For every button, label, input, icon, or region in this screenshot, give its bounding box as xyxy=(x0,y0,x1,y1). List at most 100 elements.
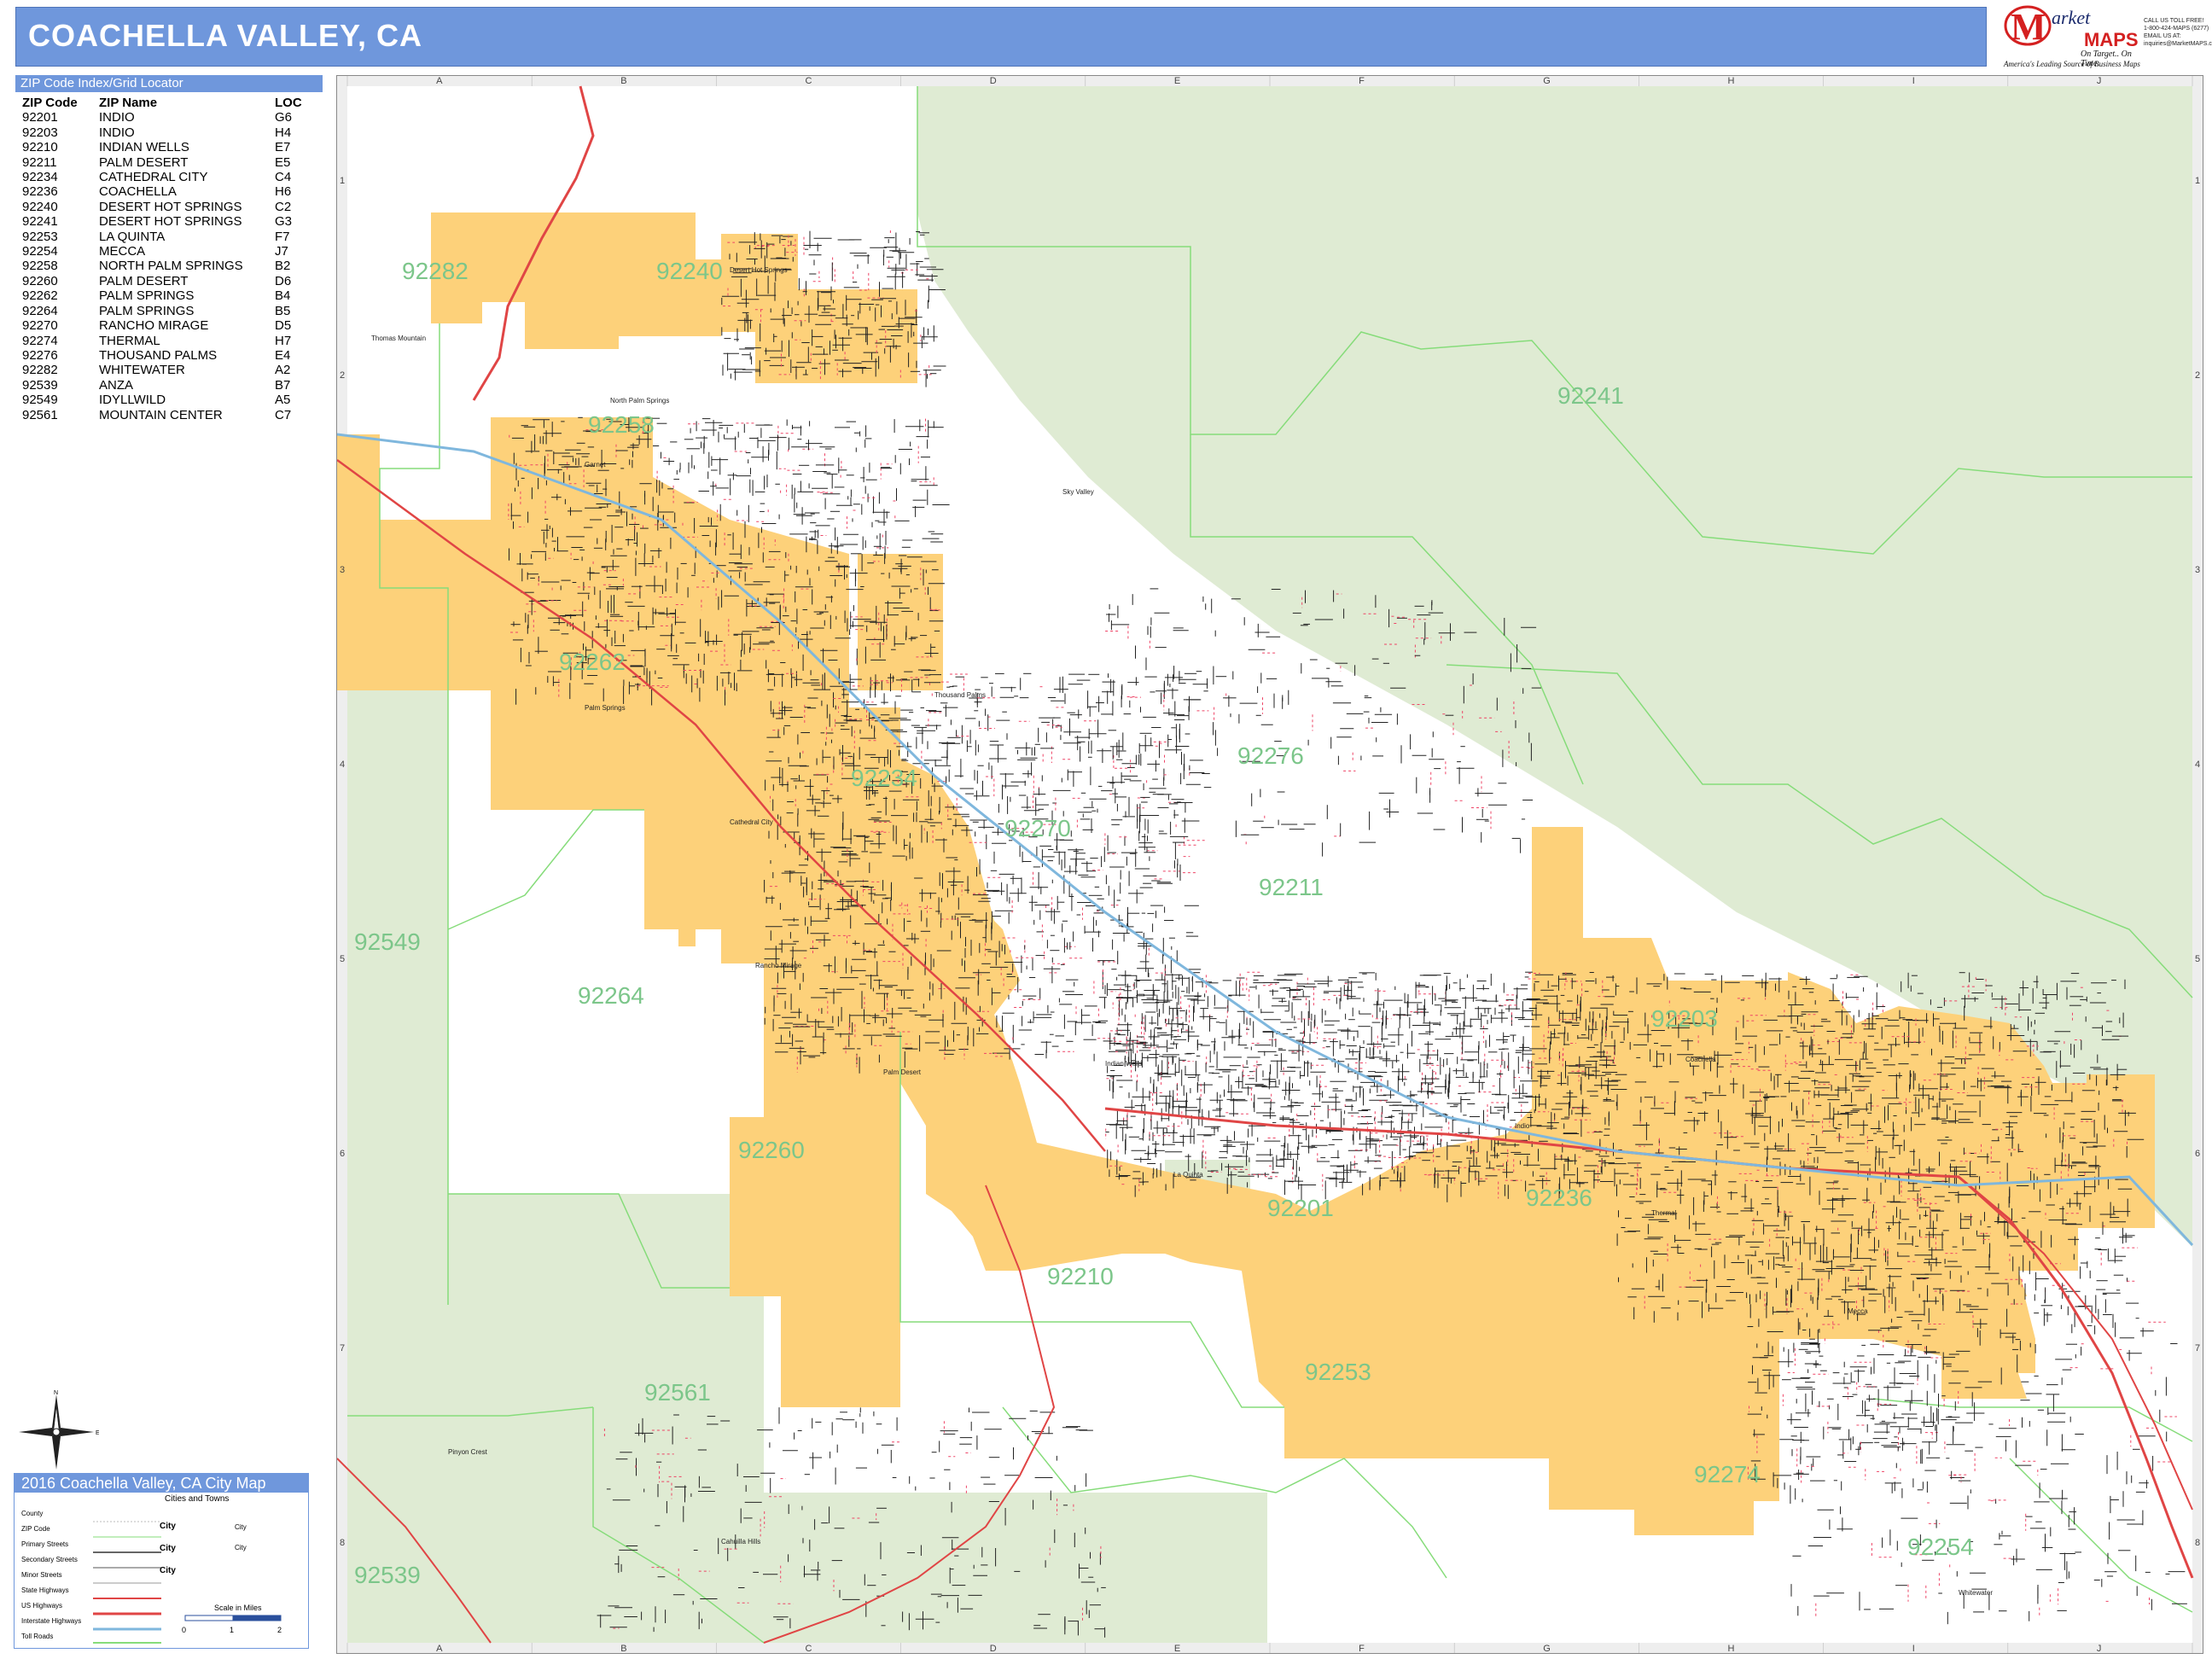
zip-code-cell: 92274 xyxy=(22,333,58,348)
grid-row-label: 4 xyxy=(2195,760,2200,770)
zip-label: 92262 xyxy=(559,649,626,675)
grid-column-label: E xyxy=(1174,76,1180,86)
grid-column-label: B xyxy=(620,76,626,86)
zip-name-cell: THOUSAND PALMS xyxy=(99,347,218,363)
table-row: 92270 RANCHO MIRAGE D5 xyxy=(15,318,302,333)
place-label: Sky Valley xyxy=(1062,488,1094,496)
loc-cell: E7 xyxy=(275,140,291,155)
table-row: 92211 PALM DESERT E5 xyxy=(15,155,302,170)
zip-name-cell: RANCHO MIRAGE xyxy=(99,318,209,334)
table-row: 92264 PALM SPRINGS B5 xyxy=(15,304,302,318)
grid-row-label: 5 xyxy=(340,954,345,964)
grid-column-label: D xyxy=(990,76,997,86)
zip-label: 92561 xyxy=(644,1379,711,1406)
grid-column-label: B xyxy=(620,1644,626,1653)
column-header: LOC xyxy=(275,96,302,110)
legend-item: County xyxy=(21,1510,44,1517)
zip-label: 92234 xyxy=(851,765,917,791)
legend-title: 2016 Coachella Valley, CA City Map xyxy=(15,1474,308,1493)
contact-line: 1-800-424-MAPS (6277) xyxy=(2144,26,2209,32)
title-bar: COACHELLA VALLEY, CA xyxy=(15,7,1987,67)
zip-name-cell: PALM DESERT xyxy=(99,273,189,288)
zip-label: 92203 xyxy=(1651,1005,1718,1032)
loc-cell: A2 xyxy=(275,363,291,378)
zip-label: 92282 xyxy=(402,258,469,284)
scale-tick: 0 xyxy=(182,1626,186,1634)
zip-name-cell: CATHEDRAL CITY xyxy=(99,170,208,185)
zip-name-cell: MECCA xyxy=(99,244,146,259)
zip-label: 92240 xyxy=(656,258,723,284)
loc-cell: B2 xyxy=(275,259,291,274)
zip-label: 92254 xyxy=(1907,1534,1974,1560)
zip-code-cell: 92561 xyxy=(22,407,58,422)
legend-item: Primary Streets xyxy=(21,1540,69,1548)
zip-code-cell: 92201 xyxy=(22,110,58,125)
zip-code-cell: 92264 xyxy=(22,303,58,318)
grid-row-label: 8 xyxy=(2195,1538,2200,1548)
zip-label: 92236 xyxy=(1526,1185,1592,1211)
grid-column-label: F xyxy=(1359,76,1365,86)
zip-label: 92211 xyxy=(1259,874,1324,900)
contact-info: CALL US TOLL FREE! 1-800-424-MAPS (6277)… xyxy=(2144,17,2212,48)
grid-column-label: D xyxy=(990,1644,997,1653)
map-title: COACHELLA VALLEY, CA xyxy=(28,18,423,53)
scale-tick: 2 xyxy=(277,1626,282,1634)
legend-city-marker: City xyxy=(160,1544,176,1553)
loc-cell: B4 xyxy=(275,288,291,304)
place-label: Thomas Mountain xyxy=(371,335,426,342)
zip-label: 92539 xyxy=(354,1562,421,1588)
loc-cell: C2 xyxy=(275,199,292,214)
grid-row-label: 4 xyxy=(340,760,345,770)
grid-band-left xyxy=(337,76,347,1653)
table-row: 92262 PALM SPRINGS B4 xyxy=(15,288,302,303)
contact-line: EMAIL US AT: xyxy=(2144,33,2181,39)
zip-label: 92258 xyxy=(588,411,655,438)
zip-label: 92276 xyxy=(1237,742,1304,769)
table-row: 92260 PALM DESERT D6 xyxy=(15,274,302,288)
table-header-row: ZIP Code ZIP Name LOC xyxy=(15,96,302,110)
grid-row-label: 7 xyxy=(340,1343,345,1353)
grid-row-label: 2 xyxy=(340,370,345,381)
zip-label: 92210 xyxy=(1047,1263,1114,1289)
place-label: Indio xyxy=(1515,1122,1530,1130)
loc-cell: J7 xyxy=(275,244,288,259)
zip-name-cell: INDIAN WELLS xyxy=(99,140,189,155)
grid-column-label: C xyxy=(806,1644,812,1653)
place-label: Mecca xyxy=(1848,1307,1868,1315)
grid-column-label: H xyxy=(1728,76,1735,86)
place-label: Indian Wells xyxy=(1105,1060,1142,1068)
scale-tick: 1 xyxy=(230,1626,234,1634)
zip-name-cell: PALM DESERT xyxy=(99,154,189,170)
loc-cell: H4 xyxy=(275,125,292,140)
grid-column-label: G xyxy=(1543,1644,1551,1653)
loc-cell: B5 xyxy=(275,303,291,318)
loc-cell: E5 xyxy=(275,154,291,170)
grid-row-label: 6 xyxy=(340,1149,345,1159)
zip-index-table: ZIP Code ZIP Name LOC 92201 INDIO G6 92203 I… xyxy=(15,96,302,422)
place-label: Whitewater xyxy=(1959,1589,1993,1597)
table-row: 92253 LA QUINTA F7 xyxy=(15,230,302,244)
place-label: Cahuilla Hills xyxy=(721,1538,760,1545)
map-canvas[interactable]: A A B B C C D D E E F F G G H H I I J J 1 1 2 2 3 3 4 4 5 5 6 6 7 7 8 8 Des… xyxy=(336,75,2203,1654)
grid-row-label: 1 xyxy=(2195,176,2200,186)
place-label: Rancho Mirage xyxy=(755,962,802,969)
column-header: ZIP Name xyxy=(99,96,158,110)
grid-row-label: 3 xyxy=(2195,565,2200,575)
zip-code-cell: 92549 xyxy=(22,393,58,408)
zip-code-cell: 92210 xyxy=(22,140,58,155)
legend-item: Toll Roads xyxy=(21,1633,54,1640)
scale-label: Scale in Miles xyxy=(214,1604,262,1612)
zip-name-cell: PALM SPRINGS xyxy=(99,288,195,304)
table-row: 92282 WHITEWATER A2 xyxy=(15,363,302,377)
legend-city-marker: City xyxy=(235,1544,247,1551)
map-svg[interactable]: A A B B C C D D E E F F G G H H I I J J 1 1 2 2 3 3 4 4 5 5 6 6 7 7 8 8 Des… xyxy=(337,76,2203,1653)
table-row: 92236 COACHELLA H6 xyxy=(15,184,302,199)
table-row: 92203 INDIO H4 xyxy=(15,125,302,140)
legend-item: Minor Streets xyxy=(21,1571,62,1579)
svg-text:M: M xyxy=(2011,6,2046,48)
table-row: 92201 INDIO G6 xyxy=(15,110,302,125)
legend-line-samples xyxy=(93,1521,161,1644)
contact-line: CALL US TOLL FREE! xyxy=(2144,18,2204,24)
legend-item: US Highways xyxy=(21,1602,63,1610)
zip-code-cell: 92236 xyxy=(22,184,58,200)
